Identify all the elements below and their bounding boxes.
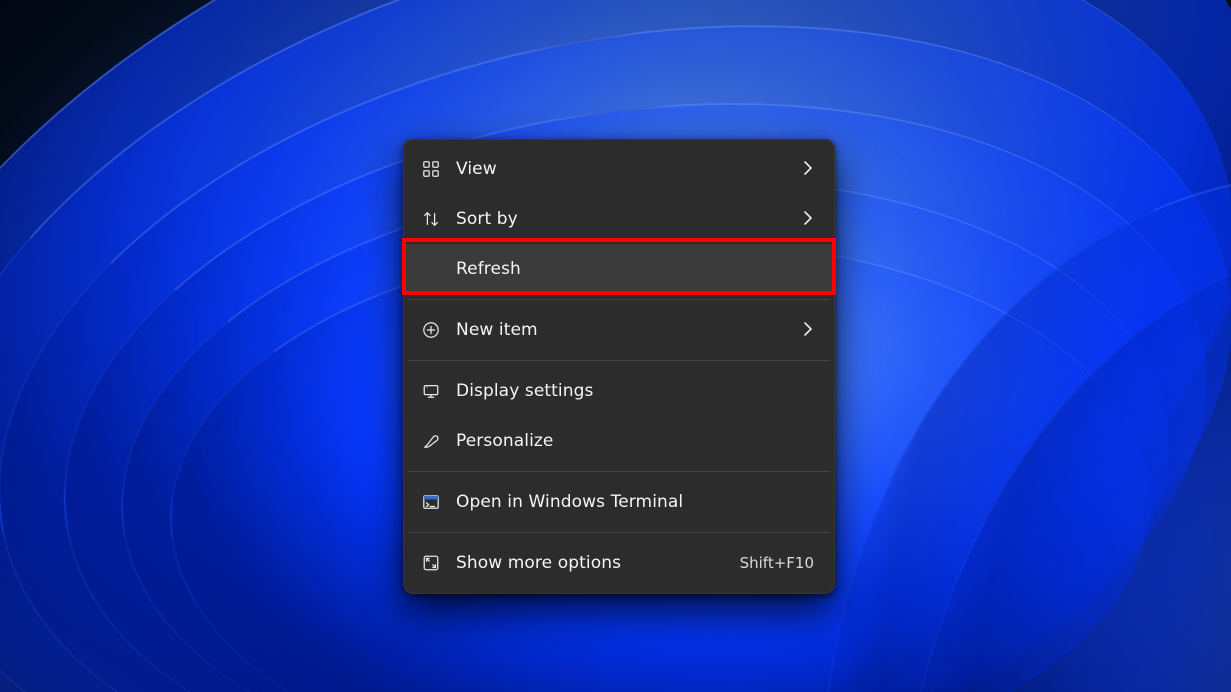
menu-item-view[interactable]: View (404, 144, 834, 194)
menu-label: Display settings (456, 381, 593, 401)
menu-separator (408, 532, 830, 533)
menu-separator (408, 299, 830, 300)
menu-separator (408, 471, 830, 472)
menu-item-sort-by[interactable]: Sort by (404, 194, 834, 244)
menu-item-new-item[interactable]: New item (404, 305, 834, 355)
menu-shortcut: Shift+F10 (740, 554, 814, 572)
paint-brush-icon (422, 432, 456, 450)
display-icon (422, 382, 456, 400)
terminal-icon (422, 493, 456, 511)
chevron-right-icon (804, 210, 812, 229)
menu-separator (408, 360, 830, 361)
sort-icon (422, 210, 456, 228)
menu-item-open-terminal[interactable]: Open in Windows Terminal (404, 477, 834, 527)
menu-label: Personalize (456, 431, 553, 451)
menu-item-show-more-options[interactable]: Show more options Shift+F10 (404, 538, 834, 588)
menu-label: New item (456, 320, 538, 340)
menu-label: Sort by (456, 209, 518, 229)
chevron-right-icon (804, 321, 812, 340)
grid-icon (422, 160, 456, 178)
plus-circle-icon (422, 321, 456, 339)
menu-label: View (456, 159, 497, 179)
menu-label: Show more options (456, 553, 621, 573)
expand-icon (422, 554, 456, 572)
menu-label: Refresh (456, 259, 521, 279)
chevron-right-icon (804, 160, 812, 179)
menu-item-personalize[interactable]: Personalize (404, 416, 834, 466)
menu-item-refresh[interactable]: Refresh (404, 244, 834, 294)
desktop-wallpaper[interactable]: View Sort by Refresh Ne (0, 0, 1231, 692)
menu-label: Open in Windows Terminal (456, 492, 683, 512)
desktop-context-menu: View Sort by Refresh Ne (403, 139, 835, 594)
menu-item-display-settings[interactable]: Display settings (404, 366, 834, 416)
